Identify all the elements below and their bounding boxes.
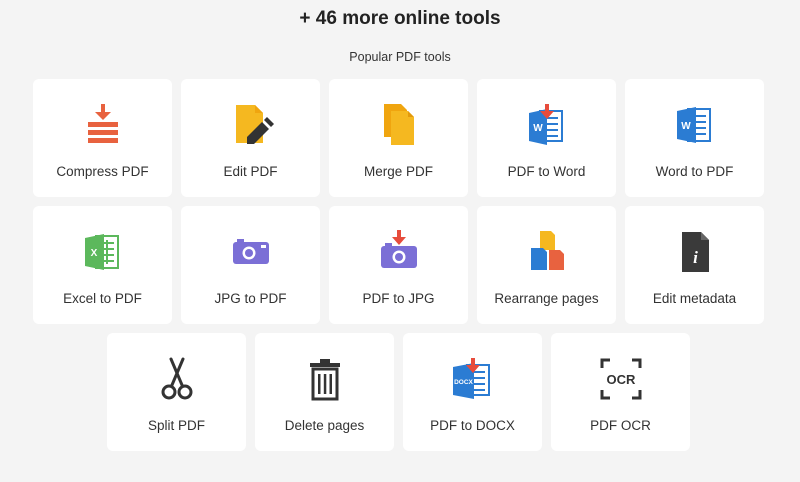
svg-text:W: W <box>681 121 691 132</box>
tool-label: Edit PDF <box>223 164 278 179</box>
tool-card-delete-pages[interactable]: Delete pages <box>255 333 394 451</box>
tools-row-1: Compress PDF Edit PDF Merge PDF W PDF to… <box>33 79 764 197</box>
tool-card-merge-pdf[interactable]: Merge PDF <box>329 79 468 197</box>
tool-label: Rearrange pages <box>494 291 599 306</box>
tool-label: Excel to PDF <box>63 291 142 306</box>
tool-label: Delete pages <box>284 418 365 433</box>
tool-label: PDF to Word <box>507 164 586 179</box>
tool-label: PDF OCR <box>590 418 651 433</box>
svg-text:X: X <box>90 248 97 259</box>
word-icon: W <box>671 101 719 149</box>
svg-text:W: W <box>533 123 543 134</box>
tool-card-pdf-ocr[interactable]: OCR PDF OCR <box>551 333 690 451</box>
trash-icon <box>301 355 349 403</box>
tool-card-split-pdf[interactable]: Split PDF <box>107 333 246 451</box>
tool-label: PDF to DOCX <box>430 418 515 433</box>
merge-icon <box>375 101 423 149</box>
ocr-icon: OCR <box>597 355 645 403</box>
tool-label: Split PDF <box>147 418 205 433</box>
tool-card-compress-pdf[interactable]: Compress PDF <box>33 79 172 197</box>
tool-card-rearrange-pages[interactable]: Rearrange pages <box>477 206 616 324</box>
tool-label: Edit metadata <box>652 291 737 306</box>
tool-label: JPG to PDF <box>214 291 287 306</box>
section-title: Popular PDF tools <box>349 50 451 64</box>
tool-card-edit-pdf[interactable]: Edit PDF <box>181 79 320 197</box>
svg-text:OCR: OCR <box>606 372 636 387</box>
metadata-icon: i <box>671 228 719 276</box>
tool-card-pdf-to-docx[interactable]: DOCX PDF to DOCX <box>403 333 542 451</box>
rearrange-icon <box>523 228 571 276</box>
compress-icon <box>79 101 127 149</box>
pdf-to-jpg-icon <box>375 228 423 276</box>
pdf-to-docx-icon: DOCX <box>449 355 497 403</box>
tools-row-3: Split PDF Delete pages DOCX PDF to DOCX … <box>107 333 690 451</box>
pdf-to-word-icon: W <box>523 101 571 149</box>
scissors-icon <box>153 355 201 403</box>
camera-icon <box>227 228 275 276</box>
tool-card-excel-to-pdf[interactable]: X Excel to PDF <box>33 206 172 324</box>
tool-label: PDF to JPG <box>362 291 435 306</box>
tool-label: Merge PDF <box>363 164 434 179</box>
tool-card-word-to-pdf[interactable]: W Word to PDF <box>625 79 764 197</box>
svg-text:DOCX: DOCX <box>454 379 473 386</box>
svg-text:i: i <box>693 248 698 267</box>
excel-icon: X <box>79 228 127 276</box>
tool-label: Compress PDF <box>56 164 149 179</box>
tools-row-2: X Excel to PDF JPG to PDF PDF to JPG Rea… <box>33 206 764 324</box>
tool-card-edit-metadata[interactable]: i Edit metadata <box>625 206 764 324</box>
tool-card-jpg-to-pdf[interactable]: JPG to PDF <box>181 206 320 324</box>
tool-card-pdf-to-jpg[interactable]: PDF to JPG <box>329 206 468 324</box>
page-headline: + 46 more online tools <box>299 8 501 29</box>
edit-pdf-icon <box>227 101 275 149</box>
tool-label: Word to PDF <box>655 164 734 179</box>
tool-card-pdf-to-word[interactable]: W PDF to Word <box>477 79 616 197</box>
